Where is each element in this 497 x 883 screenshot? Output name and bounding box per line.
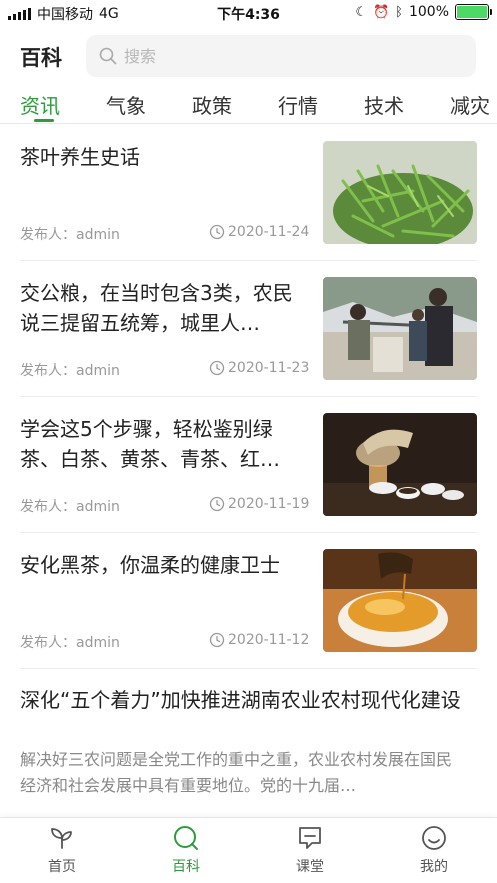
battery-icon	[455, 4, 492, 20]
farmers-weighing-grain-photo	[323, 277, 477, 380]
tab-disaster-reduction[interactable]: 减灾	[450, 90, 490, 119]
bottom-navigation: 首页 百科 课堂 我的	[0, 817, 497, 883]
article-title: 交公粮，在当时包含3类，农民说三提留五统筹，城里人…	[20, 281, 293, 335]
article-date: 2020-11-12	[209, 632, 309, 648]
article-item[interactable]: 交公粮，在当时包含3类，农民说三提留五统筹，城里人… 发布人：admin 202…	[0, 261, 497, 397]
nav-classroom[interactable]: 课堂	[270, 824, 350, 876]
category-tabs: 资讯 气象 政策 行情 技术 减灾	[0, 86, 497, 124]
tea-pouring-photo	[323, 413, 477, 516]
article-author: 发布人：admin	[20, 363, 120, 379]
battery-fill	[457, 6, 487, 18]
search-icon	[98, 46, 118, 66]
search-box[interactable]	[86, 35, 476, 77]
tab-policy[interactable]: 政策	[192, 90, 232, 119]
smile-icon	[422, 826, 446, 850]
article-date: 2020-11-19	[209, 496, 309, 512]
battery-percent: 100%	[408, 4, 449, 20]
article-title: 学会这5个步骤，轻松鉴别绿茶、白茶、黄茶、青茶、红…	[20, 417, 280, 471]
tab-weather[interactable]: 气象	[106, 90, 146, 119]
search-input[interactable]	[124, 46, 444, 66]
page-title: 百科	[20, 46, 62, 70]
clock-icon	[209, 224, 225, 240]
tab-technology[interactable]: 技术	[364, 90, 404, 119]
status-bar: 中国移动 4G 下午4:36 ☾ ⏰ ᛒ 100%	[0, 0, 497, 26]
nav-profile-label: 我的	[420, 859, 448, 875]
nav-classroom-label: 课堂	[296, 859, 324, 875]
article-date: 2020-11-23	[209, 360, 309, 376]
active-tab-indicator	[34, 119, 54, 122]
nav-encyclopedia[interactable]: 百科	[146, 824, 226, 876]
moon-icon: ☾	[355, 4, 367, 20]
black-tea-cup-photo	[323, 549, 477, 652]
nav-profile[interactable]: 我的	[394, 824, 474, 876]
sprout-icon	[51, 828, 72, 849]
bluetooth-icon: ᛒ	[395, 4, 403, 20]
article-date-text: 2020-11-23	[228, 360, 310, 376]
article-title: 茶叶养生史话	[20, 145, 140, 169]
nav-home[interactable]: 首页	[22, 824, 102, 876]
chat-icon	[299, 827, 321, 849]
article-title: 深化“五个着力”加快推进湖南农业农村现代化建设	[20, 688, 461, 712]
article-title: 安化黑茶，你温柔的健康卫士	[20, 553, 280, 577]
clock-icon	[209, 360, 225, 376]
article-date: 2020-11-24	[209, 224, 309, 240]
article-date-text: 2020-11-19	[228, 496, 310, 512]
alarm-icon: ⏰	[372, 4, 390, 20]
nav-home-label: 首页	[48, 859, 76, 875]
feature-article[interactable]: 深化“五个着力”加快推进湖南农业农村现代化建设 解决好三农问题是全党工作的重中之…	[0, 670, 497, 810]
article-summary: 解决好三农问题是全党工作的重中之重，农业农村发展在国民经济和社会发展中具有重要地…	[20, 750, 453, 795]
clock-icon	[209, 496, 225, 512]
search-icon	[174, 826, 198, 850]
nav-encyclopedia-label: 百科	[172, 859, 200, 875]
article-date-text: 2020-11-12	[228, 632, 310, 648]
article-item[interactable]: 安化黑茶，你温柔的健康卫士 发布人：admin 2020-11-12	[0, 533, 497, 669]
article-author: 发布人：admin	[20, 499, 120, 515]
tab-news[interactable]: 资讯	[20, 90, 60, 119]
green-tea-leaves-photo	[323, 141, 477, 244]
article-item[interactable]: 茶叶养生史话 发布人：admin 2020-11-24	[0, 125, 497, 261]
tab-market[interactable]: 行情	[278, 90, 318, 119]
header: 百科	[0, 30, 497, 86]
divider	[20, 668, 477, 669]
article-author: 发布人：admin	[20, 635, 120, 651]
article-author: 发布人：admin	[20, 227, 120, 243]
article-item[interactable]: 学会这5个步骤，轻松鉴别绿茶、白茶、黄茶、青茶、红… 发布人：admin 202…	[0, 397, 497, 533]
article-date-text: 2020-11-24	[228, 224, 310, 240]
clock-icon	[209, 632, 225, 648]
